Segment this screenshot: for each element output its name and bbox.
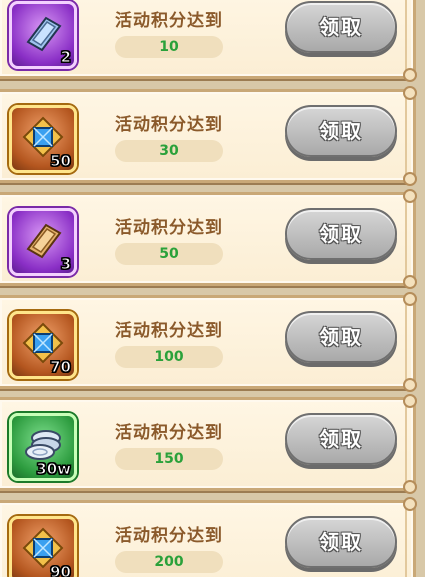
frame-corner: [403, 189, 417, 203]
claim-button[interactable]: 领取: [285, 105, 397, 157]
requirement-label: 活动积分达到: [115, 218, 223, 238]
item-count: 2: [60, 48, 71, 66]
reward-item-slot[interactable]: 70: [9, 311, 77, 379]
requirement-label: 活动积分达到: [115, 423, 223, 443]
requirement-label: 活动积分达到: [115, 11, 223, 31]
reward-row: 2 活动积分达到 10 领取: [0, 0, 417, 82]
reward-item-slot[interactable]: 3: [9, 208, 77, 276]
claim-button[interactable]: 领取: [285, 413, 397, 465]
item-count: 3: [60, 255, 71, 273]
requirement-label: 活动积分达到: [115, 115, 223, 135]
points-requirement: 150: [115, 448, 223, 470]
requirement-label: 活动积分达到: [115, 526, 223, 546]
reward-item-slot[interactable]: 2: [9, 1, 77, 69]
requirement-label: 活动积分达到: [115, 321, 223, 341]
silver-ingot-icon: [26, 16, 62, 52]
points-requirement: 200: [115, 551, 223, 573]
claim-button[interactable]: 领取: [285, 208, 397, 260]
item-count: 70: [50, 358, 72, 376]
points-requirement: 50: [115, 243, 223, 265]
reward-row: 70 活动积分达到 100 领取: [0, 292, 417, 392]
reward-list: 2 活动积分达到 10 领取 50 活动积分达到 30 领取 3 活动积分达到 …: [0, 0, 425, 577]
points-requirement: 10: [115, 36, 223, 58]
frame-corner: [403, 480, 417, 494]
points-requirement: 30: [115, 140, 223, 162]
reward-item-slot[interactable]: 50: [9, 105, 77, 173]
gold-ingot-icon: [26, 223, 62, 259]
frame-corner: [403, 292, 417, 306]
frame-corner: [403, 86, 417, 100]
claim-button[interactable]: 领取: [285, 1, 397, 53]
item-count: 50: [50, 152, 72, 170]
reward-row: 90 活动积分达到 200 领取: [0, 497, 417, 577]
frame-corner: [403, 378, 417, 392]
reward-item-slot[interactable]: 30w: [9, 413, 77, 481]
frame-corner: [403, 68, 417, 82]
item-count: 90: [50, 563, 72, 577]
frame-corner: [403, 497, 417, 511]
claim-button[interactable]: 领取: [285, 516, 397, 568]
reward-row: 30w 活动积分达到 150 领取: [0, 394, 417, 494]
reward-row: 3 活动积分达到 50 领取: [0, 189, 417, 289]
reward-item-slot[interactable]: 90: [9, 516, 77, 577]
frame-corner: [403, 394, 417, 408]
reward-row: 50 活动积分达到 30 领取: [0, 86, 417, 186]
frame-corner: [403, 275, 417, 289]
frame-corner: [403, 172, 417, 186]
claim-button[interactable]: 领取: [285, 311, 397, 363]
item-count: 30w: [36, 460, 72, 478]
points-requirement: 100: [115, 346, 223, 368]
